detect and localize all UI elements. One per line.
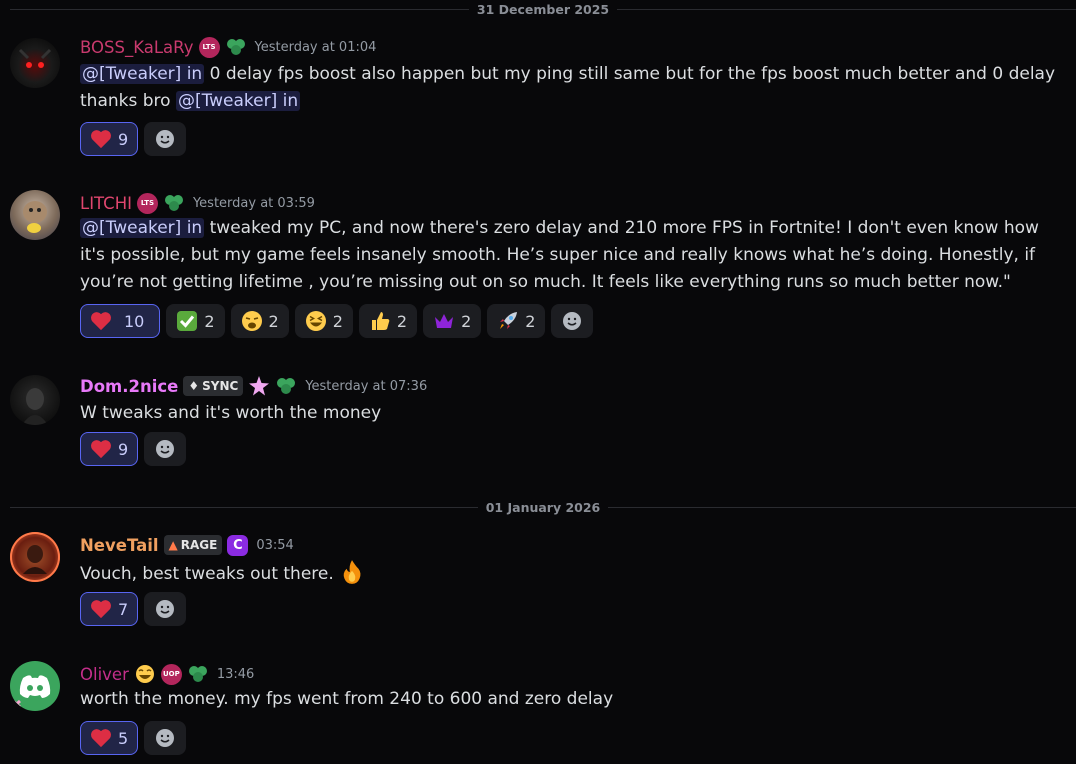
reaction-check-mark[interactable]: 2 [166, 304, 225, 338]
username[interactable]: LITCHI [80, 194, 132, 213]
message-text: tweaked my PC, and now there's zero dela… [80, 218, 1039, 292]
user-mention[interactable]: @[Tweaker] in [80, 64, 205, 84]
smiley-icon [563, 312, 582, 330]
reaction-count: 2 [396, 311, 408, 331]
reaction-count: 10 [124, 311, 145, 331]
reaction-grinning-squint-face[interactable]: 2 [294, 304, 353, 338]
date-divider: 31 December 2025 [10, 0, 1076, 18]
message: NeveTail ▲ RAGE C 03:54 Vouch, best tweak… [0, 532, 1076, 632]
smiley-icon [156, 729, 175, 747]
clover-icon[interactable] [187, 663, 209, 685]
c-badge-icon[interactable]: C [227, 534, 249, 556]
message: Dom.2nice ♦ SYNC Yesterday at 07:36 W twe… [0, 373, 1076, 473]
message-content: Vouch, best tweaks out there. [80, 559, 1068, 588]
heart-icon [90, 727, 112, 749]
heart-icon [90, 438, 112, 460]
sync-tag[interactable]: ♦ SYNC [183, 376, 244, 396]
heart-icon [90, 598, 112, 620]
clover-icon[interactable] [163, 192, 185, 214]
message-content: W tweaks and it's worth the money [80, 400, 1068, 427]
message-text: worth the money. my fps went from 240 to… [80, 689, 614, 709]
weary-face-icon [241, 310, 263, 332]
lts-badge-icon[interactable]: LTS [198, 36, 220, 58]
smiley-icon [156, 600, 175, 618]
username[interactable]: Oliver [80, 665, 129, 684]
reaction-heart[interactable]: 9 [80, 122, 139, 156]
avatar[interactable] [10, 38, 60, 88]
laughing-face-icon[interactable] [134, 663, 156, 685]
reaction-heart[interactable]: 5 [80, 721, 139, 755]
grinning-squint-face-icon [305, 310, 327, 332]
reaction-count: 2 [332, 311, 343, 331]
username[interactable]: Dom.2nice [80, 377, 178, 396]
timestamp[interactable]: Yesterday at 07:36 [305, 379, 427, 394]
message: LITCHI LTS Yesterday at 03:59 @[Tweaker]… [0, 190, 1076, 350]
message-content: worth the money. my fps went from 240 to… [80, 686, 1068, 713]
reaction-heart[interactable]: 7 [80, 592, 139, 626]
reaction-rocket[interactable]: 2 [487, 304, 546, 338]
clover-icon[interactable] [225, 36, 247, 58]
check-mark-icon [176, 310, 198, 332]
message-text: Vouch, best tweaks out there. [80, 564, 340, 584]
add-reaction-button[interactable] [144, 432, 187, 466]
heart-icon [90, 128, 112, 150]
date-divider: 01 January 2026 [10, 498, 1076, 516]
flame-icon: ▲ [168, 538, 178, 552]
reaction-weary-face[interactable]: 2 [230, 304, 289, 338]
heart-icon [90, 310, 112, 332]
avatar[interactable] [10, 532, 60, 582]
star-icon[interactable] [248, 375, 270, 397]
reaction-count: 2 [461, 311, 472, 331]
timestamp[interactable]: Yesterday at 03:59 [193, 196, 315, 211]
gem-icon: ♦ [188, 379, 200, 393]
reaction-count: 9 [118, 439, 129, 459]
reaction-count: 7 [118, 599, 129, 619]
fire-icon [343, 560, 361, 584]
avatar[interactable] [10, 661, 60, 711]
reaction-heart[interactable]: 9 [80, 432, 139, 466]
smiley-icon [156, 130, 175, 148]
avatar[interactable] [10, 190, 60, 240]
username[interactable]: NeveTail [80, 536, 159, 555]
timestamp[interactable]: 03:54 [256, 538, 293, 553]
smiley-icon [156, 440, 175, 458]
rocket-icon [497, 310, 519, 332]
clover-icon[interactable] [275, 375, 297, 397]
reaction-count: 2 [525, 311, 536, 331]
message: Oliver UOP 13:46 worth the money. my fps… [0, 661, 1076, 764]
reaction-count: 2 [268, 311, 279, 331]
add-reaction-button[interactable] [144, 721, 187, 755]
reaction-count: 2 [204, 311, 215, 331]
add-reaction-button[interactable] [144, 592, 187, 626]
thumbs-up-icon [369, 310, 391, 332]
message-content: @[Tweaker] in tweaked my PC, and now the… [80, 215, 1068, 296]
reaction-count: 5 [118, 728, 129, 748]
reaction-heart[interactable]: 10 [80, 304, 161, 338]
message-content: @[Tweaker] in 0 delay fps boost also hap… [80, 61, 1068, 115]
reaction-count: 9 [118, 129, 129, 149]
lts-badge-icon[interactable]: LTS [136, 192, 158, 214]
user-mention[interactable]: @[Tweaker] in [80, 218, 205, 238]
reaction-thumbs-up[interactable]: 2 [358, 304, 418, 338]
reaction-crown[interactable]: 2 [423, 304, 482, 338]
date-divider-label: 01 January 2026 [485, 499, 601, 515]
user-mention[interactable]: @[Tweaker] in [175, 91, 301, 111]
date-divider-label: 31 December 2025 [476, 1, 610, 17]
timestamp[interactable]: 13:46 [217, 667, 254, 682]
uop-badge-icon[interactable]: UOP [160, 663, 182, 685]
username[interactable]: BOSS_KaLaRy [80, 38, 194, 57]
avatar[interactable] [10, 375, 60, 425]
message: BOSS_KaLaRy LTS Yesterday at 01:04 @[Twe… [0, 34, 1076, 164]
timestamp[interactable]: Yesterday at 01:04 [255, 40, 377, 55]
rage-tag[interactable]: ▲ RAGE [163, 535, 223, 555]
add-reaction-button[interactable] [144, 122, 187, 156]
add-reaction-button[interactable] [551, 304, 594, 338]
message-text: W tweaks and it's worth the money [80, 403, 382, 423]
crown-icon [433, 310, 455, 332]
